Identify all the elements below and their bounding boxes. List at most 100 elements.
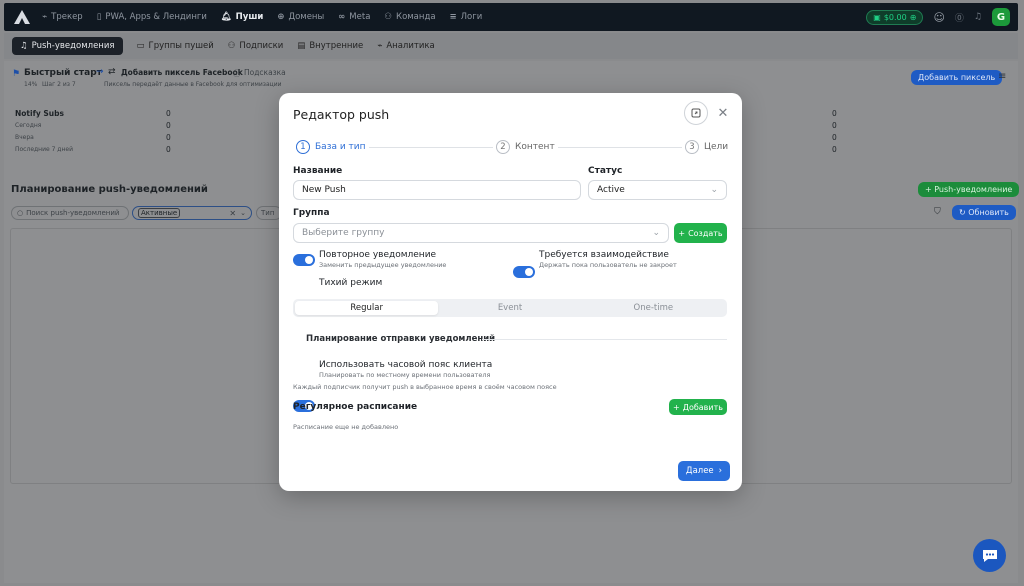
quickstart-action[interactable]: Добавить пиксель Facebook xyxy=(121,68,243,77)
interaction-toggle[interactable] xyxy=(513,266,535,278)
nav-label: Пуши xyxy=(235,12,264,22)
create-group-button[interactable]: + Создать xyxy=(674,223,727,243)
type-event[interactable]: Event xyxy=(438,301,581,315)
section-divider xyxy=(482,339,727,340)
chat-icon xyxy=(982,549,997,562)
repeat-subtitle: Заменить предыдущее уведомление xyxy=(319,261,447,269)
balance-badge[interactable]: ▣ $0.00 ⊕ xyxy=(866,9,924,25)
plus-icon: + xyxy=(673,402,680,412)
type-regular[interactable]: Regular xyxy=(295,301,439,315)
step-label: Цели xyxy=(704,142,729,152)
nav-pwa[interactable]: ▯ PWA, Apps & Лендинги xyxy=(97,12,207,22)
next-label: Далее xyxy=(685,466,714,476)
nav-label: PWA, Apps & Лендинги xyxy=(105,12,207,22)
regular-schedule-label: Регулярное расписание xyxy=(293,402,418,412)
status-filter[interactable]: Активные ✕ ⌄ xyxy=(132,206,252,220)
chat-button[interactable] xyxy=(973,539,1006,572)
quickstart-hint[interactable]: Подсказка xyxy=(244,68,286,77)
help-icon[interactable]: ⓪ xyxy=(955,11,964,24)
silent-title: Тихий режим xyxy=(319,278,383,288)
interaction-title: Требуется взаимодействие xyxy=(539,250,669,260)
push-subtabs: ♫ Push-уведомления ▭ Группы пушей ⚇ Подписк… xyxy=(4,33,1018,59)
status-value: Active xyxy=(597,185,625,195)
add-pixel-button[interactable]: Добавить пиксель xyxy=(911,70,1003,85)
timezone-option: Использовать часовой пояс клиента Планир… xyxy=(319,360,492,379)
stats-value: 0 xyxy=(166,109,171,118)
new-push-button[interactable]: + Push-уведомление xyxy=(918,182,1020,197)
status-select[interactable]: Active ⌄ xyxy=(588,180,727,200)
add-schedule-button[interactable]: + Добавить xyxy=(669,399,727,415)
stats-value: 0 xyxy=(832,121,837,130)
type-one-time[interactable]: One-time xyxy=(582,301,725,315)
close-icon[interactable]: ✕ xyxy=(715,104,731,122)
type-filter-label: Тип xyxy=(261,209,275,217)
search-input[interactable]: ○ Поиск push-уведомлений xyxy=(11,206,129,220)
nav-label: Логи xyxy=(460,12,483,22)
tab-label: Группы пушей xyxy=(148,41,214,51)
nav-tracker[interactable]: ⌁ Трекер xyxy=(42,12,83,22)
timezone-title: Использовать часовой пояс клиента xyxy=(319,360,493,370)
expand-button[interactable] xyxy=(684,101,708,125)
stats-value: 0 xyxy=(832,109,837,118)
step-number: 3 xyxy=(685,140,699,154)
name-input[interactable]: New Push xyxy=(293,180,581,200)
tab-push-groups[interactable]: ▭ Группы пушей xyxy=(137,41,214,51)
bell-icon: ♫ xyxy=(20,41,28,51)
nav-team[interactable]: ⚇ Команда xyxy=(384,12,435,22)
refresh-button[interactable]: ↻ Обновить xyxy=(952,205,1016,220)
modal-title: Редактор push xyxy=(293,107,390,122)
new-push-label: Push-уведомление xyxy=(934,185,1013,194)
app-logo[interactable] xyxy=(12,7,32,27)
group-select[interactable]: Выберите группу ⌄ xyxy=(293,223,669,243)
support-icon[interactable]: ☺ xyxy=(933,11,944,24)
repeat-toggle[interactable] xyxy=(293,254,315,266)
clear-icon[interactable]: ✕ xyxy=(229,209,236,218)
timezone-subtitle: Планировать по местному времени пользова… xyxy=(319,371,491,379)
tab-label: Аналитика xyxy=(386,41,435,51)
status-label: Статус xyxy=(588,166,623,176)
nav-meta[interactable]: ∞ Meta xyxy=(338,12,370,22)
filter-icon[interactable]: ⛉ xyxy=(934,207,941,217)
swap-icon: ⇄ xyxy=(108,67,116,77)
step-base-type[interactable]: 1 База и тип xyxy=(293,140,369,154)
step-number: 2 xyxy=(496,140,510,154)
phone-icon: ▯ xyxy=(96,12,102,22)
chevron-down-icon: ⌄ xyxy=(652,228,660,238)
search-placeholder: Поиск push-уведомлений xyxy=(26,209,120,217)
step-label: База и тип xyxy=(315,142,366,152)
flag-icon: ⚑ xyxy=(12,69,21,79)
tab-label: Внутренние xyxy=(309,41,364,51)
name-value: New Push xyxy=(302,185,346,195)
interaction-option: Требуется взаимодействие Держать пока по… xyxy=(539,250,677,269)
window-icon: ▤ xyxy=(297,41,306,51)
stats-value: 0 xyxy=(166,133,171,142)
hint-icon: ⓘ xyxy=(233,69,241,78)
infinity-icon: ∞ xyxy=(338,12,346,22)
push-type-switch: Regular Event One-time xyxy=(293,299,727,317)
stats-label-today: Сегодня xyxy=(15,122,42,129)
folder-icon: ▭ xyxy=(136,41,145,51)
tab-internal[interactable]: ▤ Внутренние xyxy=(297,41,363,51)
step-goals[interactable]: 3 Цели xyxy=(682,140,732,154)
notification-bell-icon[interactable]: ♫ xyxy=(974,12,982,22)
group-label: Группа xyxy=(293,208,330,218)
expand-icon xyxy=(691,108,701,118)
name-label: Название xyxy=(293,166,343,176)
balance-value: $0.00 xyxy=(883,12,907,22)
plus-icon: + xyxy=(925,185,935,194)
tab-subscriptions[interactable]: ⚇ Подписки xyxy=(228,41,284,51)
user-avatar[interactable]: G xyxy=(992,8,1010,26)
nav-domains[interactable]: ⊕ Домены xyxy=(277,12,324,22)
nav-logs[interactable]: ≡ Логи xyxy=(450,12,483,22)
tab-analytics[interactable]: ⌁ Аналитика xyxy=(377,41,434,51)
chevron-down-icon: ⌄ xyxy=(240,209,246,217)
empty-schedule-text: Расписание еще не добавлено xyxy=(293,423,399,431)
nav-pushes[interactable]: 🔔︎ Пуши xyxy=(221,12,263,22)
stats-label-yesterday: Вчера xyxy=(15,134,34,141)
next-button[interactable]: Далее › xyxy=(678,461,730,481)
quickstart-description: Пиксель передаёт данные в Facebook для о… xyxy=(104,81,282,88)
tab-push-notifications[interactable]: ♫ Push-уведомления xyxy=(12,37,123,55)
menu-icon[interactable]: ≡ xyxy=(998,71,1006,82)
step-content[interactable]: 2 Контент xyxy=(493,140,558,154)
planning-title: Планирование push-уведомлений xyxy=(11,184,208,195)
